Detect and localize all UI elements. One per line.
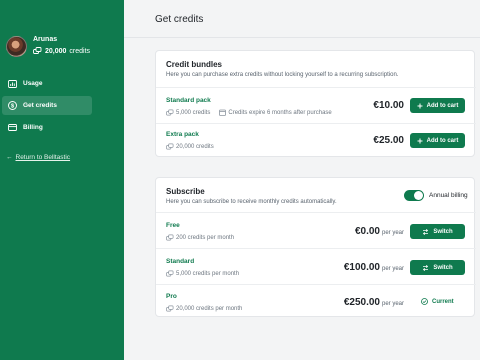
page-header: Get credits xyxy=(124,0,480,38)
calendar-icon xyxy=(219,109,227,116)
sidebar-item-get-credits[interactable]: $ Get credits xyxy=(2,96,92,115)
plan-price-value: €250.00 xyxy=(343,297,380,308)
annual-billing-toggle[interactable]: Annual billing xyxy=(404,190,468,201)
user-profile[interactable]: Arunas 20,000 credits xyxy=(6,36,90,57)
sidebar-item-label: Usage xyxy=(23,80,43,87)
subscribe-card: Subscribe Here you can subscribe to rece… xyxy=(155,177,476,317)
sidebar-item-label: Billing xyxy=(23,124,43,131)
plan-price-value: €100.00 xyxy=(343,262,380,273)
return-link[interactable]: ← Return to Belltastic xyxy=(6,154,70,161)
credits-label: credits xyxy=(69,47,91,55)
plan-credits: 5,000 credits per month xyxy=(176,270,240,277)
bundle-name: Extra pack xyxy=(166,131,199,138)
toggle-label: Annual billing xyxy=(429,192,468,199)
button-label: Add to cart xyxy=(426,137,459,144)
plan-name: Pro xyxy=(166,293,177,300)
credits-count: 20,000 xyxy=(45,47,67,55)
coins-icon xyxy=(166,305,174,312)
bundle-expiry: Credits expire 6 months after purchase xyxy=(228,109,332,116)
plan-credits: 200 credits per month xyxy=(176,234,235,241)
bundle-credits: 5,000 credits xyxy=(176,109,211,116)
plan-row-standard: Standard 5,000 credits per month €100.00… xyxy=(156,248,476,284)
plan-meta: 20,000 credits per month xyxy=(166,305,242,312)
check-circle-icon xyxy=(421,298,428,305)
page-title: Get credits xyxy=(155,14,204,25)
coins-icon xyxy=(166,143,174,150)
dollar-icon: $ xyxy=(7,101,17,111)
add-to-cart-button[interactable]: Add to cart xyxy=(410,98,465,113)
bundle-price: €25.00 xyxy=(373,135,404,146)
plan-credits: 20,000 credits per month xyxy=(176,305,243,312)
bundle-row-standard: Standard pack 5,000 credits Credits expi… xyxy=(156,87,476,123)
coins-icon xyxy=(166,234,174,241)
card-subtitle: Here you can purchase extra credits with… xyxy=(166,72,399,78)
switch-plan-button[interactable]: Switch xyxy=(410,224,465,239)
user-name: Arunas xyxy=(33,36,58,44)
plan-price: €250.00 per year xyxy=(344,297,404,308)
card-title: Credit bundles xyxy=(166,60,223,69)
sidebar-item-label: Get credits xyxy=(23,102,57,109)
plus-icon xyxy=(417,103,423,109)
bundle-row-extra: Extra pack 20,000 credits €25.00 Add to … xyxy=(156,123,476,157)
plan-name: Free xyxy=(166,222,180,229)
bundle-price: €10.00 xyxy=(373,100,404,111)
plan-price-value: €0.00 xyxy=(354,226,380,237)
credit-card-icon xyxy=(7,123,17,133)
sidebar-item-usage[interactable]: Usage xyxy=(2,74,92,93)
bundle-meta: 20,000 credits xyxy=(166,143,214,150)
plan-meta: 5,000 credits per month xyxy=(166,270,239,277)
plan-period: per year xyxy=(381,266,404,272)
plan-period: per year xyxy=(381,230,404,236)
svg-text:$: $ xyxy=(10,103,13,109)
credit-bundles-card: Credit bundles Here you can purchase ext… xyxy=(155,50,476,157)
bar-chart-icon xyxy=(7,79,17,89)
card-subtitle: Here you can subscribe to receive monthl… xyxy=(166,199,337,205)
bundle-name: Standard pack xyxy=(166,97,211,104)
bundle-meta: 5,000 credits Credits expire 6 months af… xyxy=(166,109,332,116)
plan-price: €0.00 per year xyxy=(355,226,404,237)
sidebar: Arunas 20,000 credits Usage $ Get credit… xyxy=(0,0,124,360)
user-info: Arunas 20,000 credits xyxy=(33,36,90,56)
coins-icon xyxy=(33,46,42,57)
user-credits: 20,000 credits xyxy=(33,46,91,57)
swap-icon xyxy=(422,228,429,235)
plus-icon xyxy=(417,138,423,144)
switch-plan-button[interactable]: Switch xyxy=(410,260,465,275)
arrow-left-icon: ← xyxy=(6,154,13,161)
plan-period: per year xyxy=(381,301,404,307)
button-label: Switch xyxy=(433,228,453,235)
avatar xyxy=(6,36,27,57)
card-title: Subscribe xyxy=(166,187,205,196)
swap-icon xyxy=(422,264,429,271)
add-to-cart-button[interactable]: Add to cart xyxy=(410,133,465,148)
sidebar-item-billing[interactable]: Billing xyxy=(2,118,92,137)
button-label: Switch xyxy=(433,264,453,271)
coins-icon xyxy=(166,270,174,277)
return-link-label: Return to Belltastic xyxy=(15,154,71,161)
plan-name: Standard xyxy=(166,258,195,265)
plan-row-free: Free 200 credits per month €0.00 per year… xyxy=(156,212,476,248)
plan-meta: 200 credits per month xyxy=(166,234,234,241)
plan-row-pro: Pro 20,000 credits per month €250.00 per … xyxy=(156,284,476,317)
current-label: Current xyxy=(432,298,454,305)
button-label: Add to cart xyxy=(426,102,459,109)
plan-price: €100.00 per year xyxy=(344,262,404,273)
current-plan-indicator: Current xyxy=(421,298,454,305)
bundle-credits: 20,000 credits xyxy=(176,143,214,150)
coins-icon xyxy=(166,109,174,116)
toggle-switch[interactable] xyxy=(404,190,424,201)
